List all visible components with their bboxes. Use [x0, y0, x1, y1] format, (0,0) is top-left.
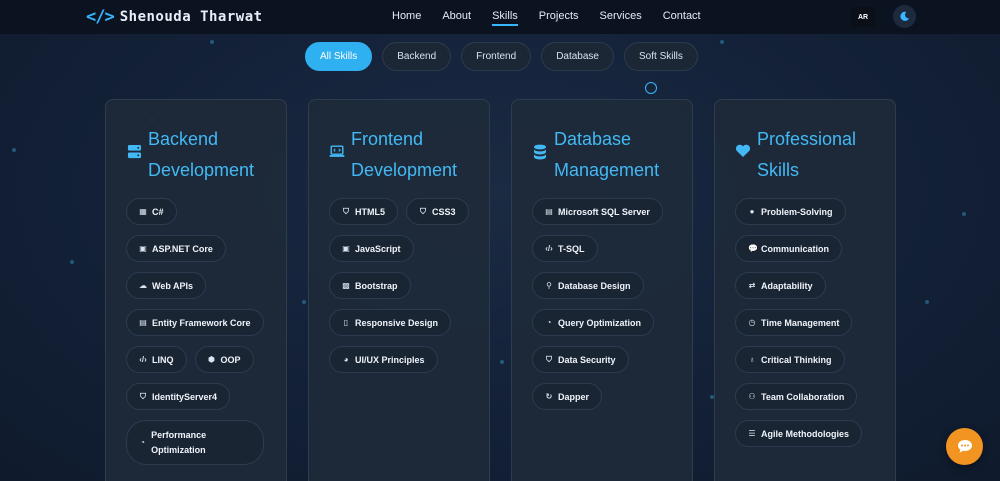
skill-chip: ⬢ OOP: [194, 346, 254, 373]
skill-chip: ⚲ Database Design: [532, 272, 644, 299]
bootstrap-icon: ▩: [342, 281, 350, 290]
diagram-icon: ⚲: [546, 281, 552, 290]
code-square-icon: ▦: [139, 207, 147, 216]
skill-chip: ▯ Responsive Design: [329, 309, 452, 336]
skill-chip: ⛉ IdentityServer4: [126, 383, 231, 410]
mobile-icon: ▯: [343, 318, 349, 327]
nav-links: Home About Skills Projects Services Cont…: [392, 10, 722, 26]
card-title: Frontend Development: [351, 129, 458, 180]
laptop-code-icon: [329, 144, 345, 159]
skill-chip: ● Problem-Solving: [735, 198, 846, 225]
skill-chip: ◔ Performance Optimization: [126, 420, 264, 465]
chat-bubble-icon: [957, 440, 972, 453]
filter-frontend[interactable]: Frontend: [461, 42, 532, 71]
skill-list: ● Problem-Solving 💬 Communication ⇄ Adaptab…: [735, 198, 883, 447]
cloud-icon: ☁: [139, 281, 147, 290]
database-icon: ▤: [139, 318, 147, 327]
filter-all-skills[interactable]: All Skills: [305, 42, 373, 71]
filter-soft-skills[interactable]: Soft Skills: [624, 42, 698, 71]
card-title: Backend Development: [148, 129, 255, 180]
brand-logo[interactable]: </> Shenouda Tharwat: [86, 7, 263, 27]
skill-chip: ↻ Dapper: [532, 383, 603, 410]
skill-chip: ▣ ASP.NET Core: [126, 235, 226, 262]
cubes-icon: ⬢: [208, 355, 215, 364]
code-icon: ‹/›: [545, 244, 553, 253]
skill-chip: ▤ Microsoft SQL Server: [532, 198, 663, 225]
nav-about[interactable]: About: [442, 10, 471, 22]
palette-icon: ◕: [343, 355, 349, 364]
nav-projects[interactable]: Projects: [539, 10, 579, 22]
filter-database[interactable]: Database: [541, 42, 614, 71]
clock-icon: ◷: [748, 318, 756, 327]
skill-chip: ☁ Web APIs: [126, 272, 207, 299]
moon-icon: [900, 11, 910, 21]
skill-chip: ⛉ CSS3: [406, 198, 469, 225]
skill-chip: ▣ JavaScript: [329, 235, 414, 262]
skill-chip: ⇄ Adaptability: [735, 272, 826, 299]
tasks-icon: ☰: [748, 429, 756, 438]
nav-contact[interactable]: Contact: [663, 10, 701, 22]
card-frontend: Frontend Development ⛉ HTML5 ⛉ CSS3 ▣ JavaSc…: [308, 99, 490, 481]
gauge-icon: ◔: [546, 318, 552, 327]
skill-chip: ♁ Critical Thinking: [735, 346, 845, 373]
database-icon: ▤: [545, 207, 553, 216]
navbar: </> Shenouda Tharwat Home About Skills P…: [0, 0, 1000, 34]
shield-icon: ⛉: [140, 391, 146, 401]
gauge-icon: ◔: [140, 438, 145, 447]
skill-chip: ☰ Agile Methodologies: [735, 420, 863, 447]
brand-name: Shenouda Tharwat: [119, 9, 263, 25]
theme-toggle-button[interactable]: [893, 5, 916, 28]
sync-icon: ↻: [545, 392, 553, 401]
database-icon: [532, 144, 548, 160]
card-database: Database Management ▤ Microsoft SQL Server…: [511, 99, 693, 481]
users-icon: ⚇: [748, 392, 756, 401]
skill-chip: ⛉ Data Security: [532, 346, 629, 373]
skill-chip: 💬 Communication: [735, 235, 843, 262]
code-brackets-icon: </>: [86, 7, 115, 27]
lightbulb-icon: ♁: [749, 355, 755, 364]
comments-icon: 💬: [748, 244, 758, 253]
skill-list: ▦ C# ▣ ASP.NET Core ☁ Web APIs ▤ Entity Fram…: [126, 198, 274, 465]
skill-chip: ◷ Time Management: [735, 309, 853, 336]
server-icon: [126, 144, 142, 159]
skill-list: ⛉ HTML5 ⛉ CSS3 ▣ JavaScript ▩ Bootstrap ▯ Res…: [329, 198, 477, 373]
skill-chip: ⛉ HTML5: [329, 198, 398, 225]
skill-chip: ‹/› LINQ: [126, 346, 187, 373]
html5-icon: ⛉: [343, 206, 349, 216]
chat-button[interactable]: [946, 428, 983, 465]
skill-chip: ‹/› T-SQL: [532, 235, 598, 262]
window-icon: ▣: [139, 244, 147, 253]
card-professional: Professional Skills ● Problem-Solving 💬 Com…: [714, 99, 896, 481]
skill-chip: ▦ C#: [126, 198, 177, 225]
cursor-ring: [645, 82, 657, 94]
card-title: Database Management: [554, 129, 660, 180]
heart-icon: [735, 144, 751, 158]
filter-backend[interactable]: Backend: [382, 42, 452, 71]
code-icon: ‹/›: [139, 355, 147, 364]
skill-chip: ▤ Entity Framework Core: [126, 309, 264, 336]
nav-services[interactable]: Services: [600, 10, 642, 22]
css3-icon: ⛉: [420, 206, 426, 216]
card-backend: Backend Development ▦ C# ▣ ASP.NET Core ☁ We…: [105, 99, 287, 481]
nav-skills[interactable]: Skills: [492, 10, 518, 26]
skill-filters: All Skills Backend Frontend Database Sof…: [305, 42, 698, 71]
exchange-icon: ⇄: [748, 281, 756, 290]
js-icon: ▣: [342, 244, 350, 253]
card-title: Professional Skills: [757, 129, 857, 180]
skill-chip: ◕ UI/UX Principles: [329, 346, 438, 373]
nav-home[interactable]: Home: [392, 10, 421, 22]
skill-list: ▤ Microsoft SQL Server ‹/› T-SQL ⚲ Database…: [532, 198, 680, 410]
skill-chip: ▩ Bootstrap: [329, 272, 411, 299]
brain-icon: ●: [749, 207, 755, 216]
skill-chip: ⚇ Team Collaboration: [735, 383, 858, 410]
shield-icon: ⛉: [546, 354, 552, 364]
skill-chip: ◔ Query Optimization: [532, 309, 655, 336]
language-toggle-button[interactable]: AR: [851, 7, 875, 27]
